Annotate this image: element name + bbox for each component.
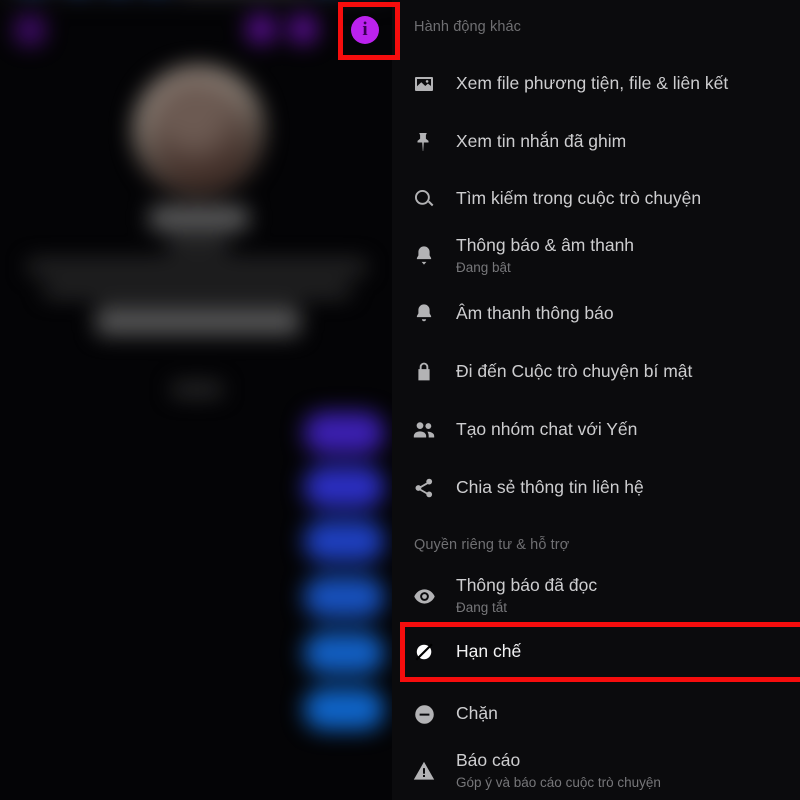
menu-item-share-contact[interactable]: Chia sẻ thông tin liên hệ <box>392 464 800 512</box>
bell-dropdown-icon <box>392 244 456 268</box>
menu-item-pinned-messages[interactable]: Xem tin nhắn đã ghim <box>392 118 800 166</box>
menu-item-search-conversation[interactable]: Tìm kiếm trong cuộc trò chuyện <box>392 175 800 223</box>
info-icon-glyph: i <box>362 19 368 40</box>
menu-item-text: Báo cáo Góp ý và báo cáo cuộc trò chuyện <box>456 750 661 791</box>
menu-item-label: Tạo nhóm chat với Yến <box>456 419 638 440</box>
message-bubble <box>304 520 384 562</box>
message-bubble <box>304 688 384 730</box>
menu-item-text: Chia sẻ thông tin liên hệ <box>456 477 644 499</box>
menu-item-text: Âm thanh thông báo <box>456 303 614 325</box>
section-header-privacy-support: Quyền riêng tư & hỗ trợ <box>414 537 570 553</box>
restrict-icon <box>392 639 456 665</box>
menu-item-text: Tạo nhóm chat với Yến <box>456 419 637 441</box>
menu-item-label: Báo cáo <box>456 750 521 771</box>
message-bubble <box>304 412 384 454</box>
menu-item-block[interactable]: Chặn <box>392 690 800 738</box>
section-header-other-actions: Hành động khác <box>414 19 522 35</box>
menu-item-read-receipts[interactable]: Thông báo đã đọc Đang tắt <box>392 568 800 624</box>
menu-item-label: Thông báo & âm thanh <box>456 235 635 256</box>
menu-item-label: Xem tin nhắn đã ghim <box>456 131 627 152</box>
menu-item-report[interactable]: Báo cáo Góp ý và báo cáo cuộc trò chuyện <box>392 743 800 799</box>
menu-item-label: Hạn chế <box>456 641 522 662</box>
profile-subtitle <box>167 237 229 250</box>
profile-action-button[interactable] <box>96 307 300 335</box>
menu-item-label: Chặn <box>456 703 498 724</box>
menu-item-view-media[interactable]: Xem file phương tiện, file & liên kết <box>392 60 800 108</box>
menu-item-label: Đi đến Cuộc trò chuyện bí mật <box>456 361 693 382</box>
menu-item-label: Thông báo đã đọc <box>456 575 598 596</box>
chat-profile-pane <box>0 0 392 800</box>
eye-icon <box>392 584 456 609</box>
menu-item-text: Xem tin nhắn đã ghim <box>456 131 626 153</box>
share-icon <box>392 476 456 500</box>
image-icon <box>392 72 456 96</box>
menu-item-secret-conversation[interactable]: Đi đến Cuộc trò chuyện bí mật <box>392 348 800 396</box>
menu-item-status: Đang bật <box>456 260 511 276</box>
profile-name <box>150 207 248 229</box>
bell-icon <box>392 302 456 326</box>
video-call-icon[interactable] <box>288 14 318 44</box>
search-icon <box>392 187 456 211</box>
menu-item-status: Đang tắt <box>456 600 508 616</box>
chat-top-bar <box>0 0 392 60</box>
menu-item-text: Đi đến Cuộc trò chuyện bí mật <box>456 361 692 383</box>
menu-item-notification-sound[interactable]: Âm thanh thông báo <box>392 290 800 338</box>
profile-description-line <box>28 260 366 274</box>
conversation-timestamp <box>172 383 222 396</box>
menu-item-label: Chia sẻ thông tin liên hệ <box>456 477 644 498</box>
menu-item-restrict[interactable]: Hạn chế <box>392 628 800 676</box>
profile-description-line <box>44 283 350 297</box>
menu-item-text: Thông báo đã đọc Đang tắt <box>456 575 597 616</box>
warning-icon <box>392 759 456 783</box>
menu-item-description: Góp ý và báo cáo cuộc trò chuyện <box>456 775 661 791</box>
menu-item-text: Xem file phương tiện, file & liên kết <box>456 73 728 95</box>
menu-item-notifications-sounds[interactable]: Thông báo & âm thanh Đang bật <box>392 228 800 284</box>
message-bubble <box>304 632 384 674</box>
back-icon[interactable] <box>14 14 46 46</box>
block-icon <box>392 702 456 727</box>
lock-icon <box>392 360 456 384</box>
avatar[interactable] <box>133 65 265 197</box>
message-bubble <box>304 576 384 618</box>
menu-item-label: Âm thanh thông báo <box>456 303 614 324</box>
people-icon <box>392 417 456 443</box>
menu-item-text: Thông báo & âm thanh Đang bật <box>456 235 634 276</box>
conversation-options-menu: Hành động khác Xem file phương tiện, fil… <box>392 0 800 800</box>
menu-item-label: Xem file phương tiện, file & liên kết <box>456 73 729 94</box>
message-bubble <box>304 466 384 508</box>
screen: i Hành động khác Xem file phương tiện, f… <box>0 0 800 800</box>
menu-item-create-group-chat[interactable]: Tạo nhóm chat với Yến <box>392 406 800 454</box>
info-icon[interactable]: i <box>351 16 379 44</box>
menu-item-text: Hạn chế <box>456 641 521 663</box>
call-icon[interactable] <box>246 14 276 44</box>
message-list <box>0 400 392 800</box>
menu-item-text: Chặn <box>456 703 498 725</box>
menu-item-label: Tìm kiếm trong cuộc trò chuyện <box>456 188 702 209</box>
pin-icon <box>392 130 456 154</box>
menu-item-text: Tìm kiếm trong cuộc trò chuyện <box>456 188 701 210</box>
